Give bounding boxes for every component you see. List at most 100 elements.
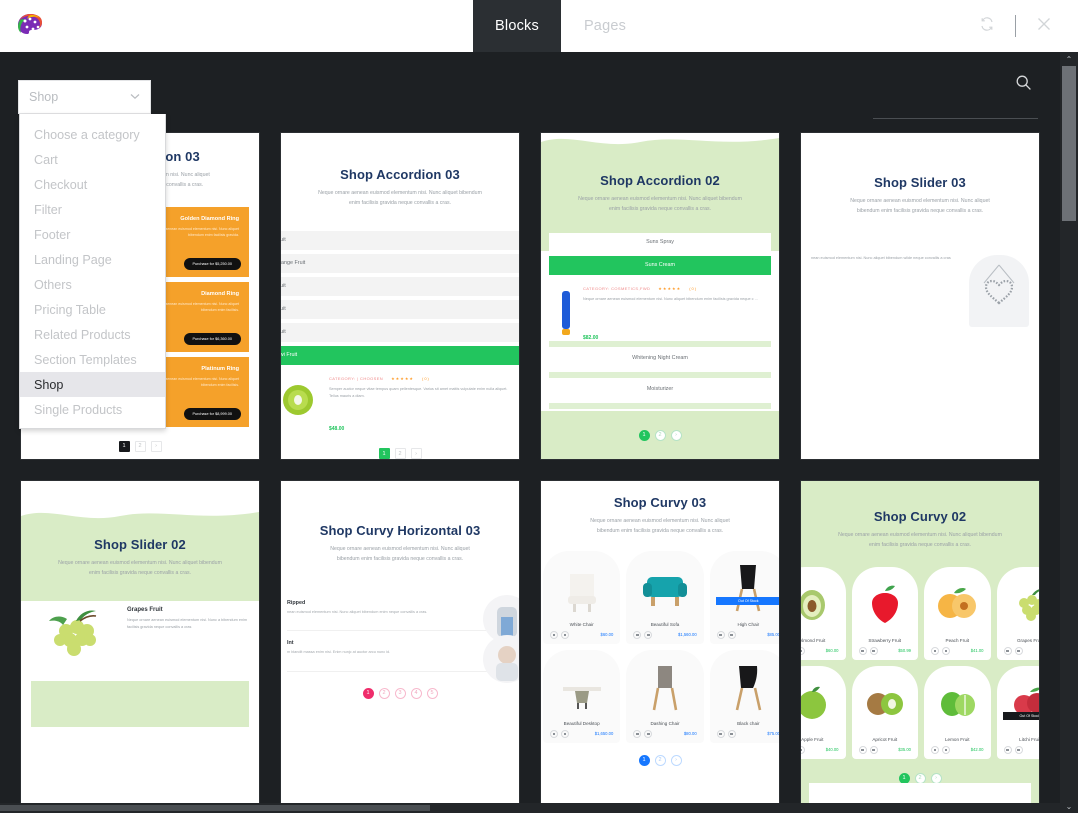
dropdown-option-footer[interactable]: Footer xyxy=(20,222,165,247)
block-card-shop-slider-02[interactable]: Shop Slider 02 Neque ornare aenean euism… xyxy=(20,480,260,808)
block-card-shop-curvy-03[interactable]: Shop Curvy 03 Neque ornare aenean euismo… xyxy=(540,480,780,808)
accordion-row[interactable]: Fruit xyxy=(281,322,519,342)
wishlist-icon[interactable] xyxy=(727,729,736,738)
dropdown-option-landing-page[interactable]: Landing Page xyxy=(20,247,165,272)
wishlist-icon[interactable] xyxy=(644,729,653,738)
page-button[interactable]: 1 xyxy=(638,754,650,766)
accordion-row[interactable]: Orange Fruit xyxy=(281,253,519,273)
page-button[interactable]: 2 xyxy=(394,448,406,459)
purchase-button[interactable]: Purchase for $8,999.00 xyxy=(183,407,241,420)
block-card-shop-accordion-02[interactable]: Shop Accordion 02 Neque ornare aenean eu… xyxy=(540,132,780,460)
dropdown-option-shop[interactable]: Shop xyxy=(20,372,165,397)
cart-icon[interactable] xyxy=(858,745,867,754)
cart-icon[interactable] xyxy=(931,646,939,655)
wishlist-icon[interactable] xyxy=(942,745,950,754)
dropdown-option-section-templates[interactable]: Section Templates xyxy=(20,347,165,372)
refresh-button[interactable] xyxy=(969,8,1005,44)
tile-actions[interactable] xyxy=(716,630,736,639)
product-tile[interactable]: Black chair $75.00 xyxy=(709,649,779,743)
page-next-button[interactable]: › xyxy=(150,440,162,452)
search-icon[interactable] xyxy=(1015,74,1032,96)
page-button[interactable]: 4 xyxy=(410,687,422,699)
list-item[interactable]: Ripped nean euismod elementum nisi. Nunc… xyxy=(287,591,519,643)
dropdown-option-filter[interactable]: Filter xyxy=(20,197,165,222)
block-card-shop-curvy-02[interactable]: Shop Curvy 02 Neque ornare aenean euismo… xyxy=(800,480,1040,808)
accordion-row[interactable]: Moisturizer xyxy=(549,379,771,399)
wishlist-icon[interactable] xyxy=(1014,745,1023,754)
cart-icon[interactable] xyxy=(716,729,725,738)
purchase-button[interactable]: Purchase for $6,360.00 xyxy=(183,332,241,345)
accordion-row-active[interactable]: Suns Cream xyxy=(549,255,771,275)
page-button[interactable]: 1 xyxy=(118,440,130,452)
tile-actions[interactable] xyxy=(801,646,805,655)
tile-actions[interactable] xyxy=(931,745,950,754)
tile-actions[interactable] xyxy=(1003,745,1023,754)
scroll-down-icon[interactable]: ⌄ xyxy=(1060,799,1078,813)
product-tile[interactable]: Beautiful Sofa $1,560.00 xyxy=(626,550,704,644)
cart-icon[interactable] xyxy=(931,745,939,754)
wishlist-icon[interactable] xyxy=(869,745,878,754)
dropdown-option-others[interactable]: Others xyxy=(20,272,165,297)
page-button[interactable]: 2 xyxy=(654,429,666,441)
dropdown-option-pricing-table[interactable]: Pricing Table xyxy=(20,297,165,322)
block-card-shop-slider-03[interactable]: Shop Slider 03 Neque ornare aenean euism… xyxy=(800,132,1040,460)
dropdown-option-cart[interactable]: Cart xyxy=(20,147,165,172)
tile-actions[interactable] xyxy=(550,729,569,738)
block-card-shop-curvy-horizontal-03[interactable]: Shop Curvy Horizontal 03 Neque ornare ae… xyxy=(280,480,520,808)
list-item[interactable]: Int m blandit massa enim nisi. Enim nunj… xyxy=(287,631,519,684)
tile-actions[interactable] xyxy=(550,630,569,639)
cart-icon[interactable] xyxy=(550,729,558,738)
page-button[interactable]: 2 xyxy=(654,754,666,766)
cart-icon[interactable] xyxy=(633,729,642,738)
cart-icon[interactable] xyxy=(633,630,642,639)
dropdown-option-single-products[interactable]: Single Products xyxy=(20,397,165,422)
page-button[interactable]: 3 xyxy=(394,687,406,699)
accordion-row[interactable]: Suns Spray xyxy=(549,232,771,252)
page-button[interactable]: 1 xyxy=(638,429,650,441)
block-card-shop-accordion-03[interactable]: Shop Accordion 03 Neque ornare aenean eu… xyxy=(280,132,520,460)
page-next-button[interactable]: › xyxy=(670,754,682,766)
dropdown-option-checkout[interactable]: Checkout xyxy=(20,172,165,197)
page-button[interactable]: 2 xyxy=(134,440,146,452)
product-tile[interactable]: Strawberry Fruit $50.99 xyxy=(851,566,918,660)
product-tile[interactable]: Grapes Fruit $38.00 xyxy=(996,566,1039,660)
product-tile[interactable]: Almond Fruit $60.00 xyxy=(801,566,846,660)
close-button[interactable] xyxy=(1026,8,1062,44)
category-dropdown[interactable]: Choose a category Cart Checkout Filter F… xyxy=(19,114,166,429)
wishlist-icon[interactable] xyxy=(801,646,805,655)
wishlist-icon[interactable] xyxy=(942,646,950,655)
search-input[interactable] xyxy=(873,100,1038,119)
product-tile[interactable]: Apple Fruit $40.00 xyxy=(801,665,846,759)
cart-icon[interactable] xyxy=(550,630,558,639)
horizontal-scrollbar-thumb[interactable] xyxy=(0,805,430,811)
wishlist-icon[interactable] xyxy=(1014,646,1023,655)
wishlist-icon[interactable] xyxy=(801,745,805,754)
page-button[interactable]: 1 xyxy=(362,687,374,699)
wishlist-icon[interactable] xyxy=(727,630,736,639)
tile-actions[interactable] xyxy=(801,745,805,754)
page-button[interactable]: 2 xyxy=(378,687,390,699)
tile-actions[interactable] xyxy=(931,646,950,655)
cart-icon[interactable] xyxy=(716,630,725,639)
product-tile[interactable]: Peach Fruit $41.00 xyxy=(924,566,991,660)
wishlist-icon[interactable] xyxy=(869,646,878,655)
scroll-up-icon[interactable]: ⌃ xyxy=(1060,52,1078,66)
vertical-scrollbar[interactable]: ⌃ ⌄ xyxy=(1060,52,1078,813)
accordion-row[interactable]: Fruit xyxy=(281,299,519,319)
purchase-button[interactable]: Purchase for $5,250.00 xyxy=(183,257,241,270)
category-select[interactable]: Shop xyxy=(18,80,151,114)
cart-icon[interactable] xyxy=(858,646,867,655)
tile-actions[interactable] xyxy=(716,729,736,738)
app-logo[interactable] xyxy=(0,13,60,39)
product-tile[interactable]: Lemon Fruit $42.00 xyxy=(924,665,991,759)
wishlist-icon[interactable] xyxy=(561,729,569,738)
cart-icon[interactable] xyxy=(1003,745,1012,754)
tile-actions[interactable] xyxy=(633,630,653,639)
dropdown-option-related-products[interactable]: Related Products xyxy=(20,322,165,347)
accordion-row[interactable]: Fruit xyxy=(281,276,519,296)
product-tile[interactable]: Out Of Stock High Chair $85.00 xyxy=(709,550,779,644)
page-button[interactable]: 1 xyxy=(378,448,390,459)
accordion-row-active[interactable]: Kiwi Fruit xyxy=(281,345,519,365)
wishlist-icon[interactable] xyxy=(644,630,653,639)
product-tile[interactable]: Apricot Fruit $35.00 xyxy=(851,665,918,759)
